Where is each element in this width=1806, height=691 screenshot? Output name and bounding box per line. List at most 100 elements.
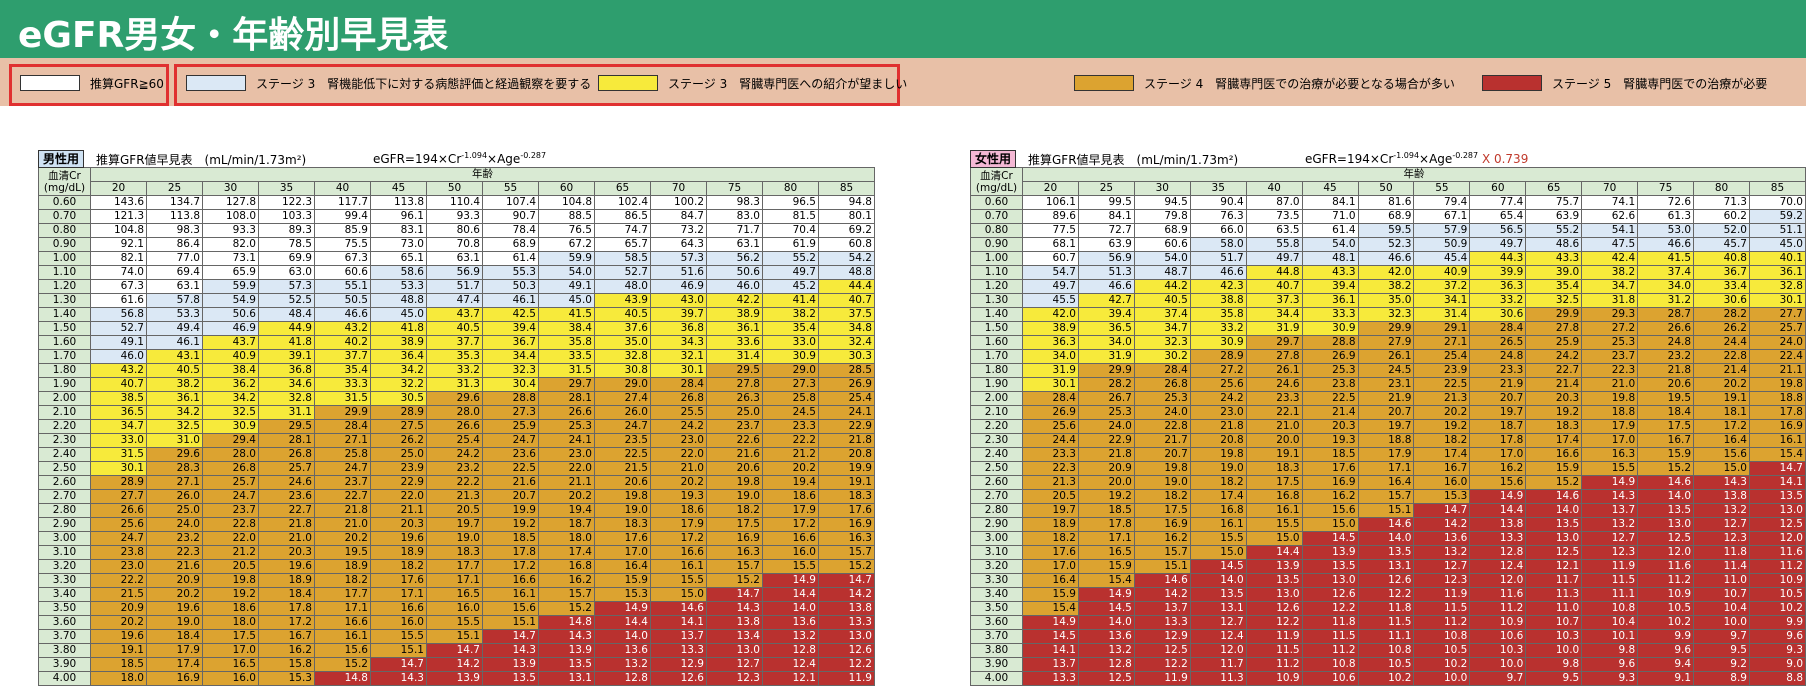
egfr-cell: 29.9 <box>1077 363 1135 378</box>
egfr-cell: 23.3 <box>762 419 819 434</box>
legend-item-stage3a: ステージ 3 腎機能低下に対する病態評価と経過観察を要する <box>186 74 591 92</box>
egfr-cell: 134.7 <box>146 195 203 210</box>
egfr-cell: 25.5 <box>650 405 707 420</box>
egfr-table-male: 血清Cr (mg/dL) 年齢 20 25 30 35 40 45 50 55 60 65 70 75 80 8… <box>38 167 875 686</box>
table-row: 3.80 14.1 13.2 12.5 12.0 11.5 11.2 10.8 10.5 10.3… <box>970 643 1806 658</box>
egfr-cell: 11.9 <box>1413 587 1471 602</box>
egfr-cell: 12.2 <box>1245 615 1303 630</box>
egfr-cell: 13.3 <box>1133 615 1191 630</box>
egfr-cell: 16.4 <box>1357 475 1415 490</box>
egfr-cell: 78.4 <box>482 223 539 238</box>
egfr-cell: 13.0 <box>706 643 763 658</box>
egfr-cell: 28.4 <box>314 419 371 434</box>
egfr-cell: 24.4 <box>1693 335 1750 350</box>
egfr-cell: 53.3 <box>370 279 427 294</box>
egfr-cell: 23.0 <box>1189 405 1247 420</box>
egfr-cell: 65.1 <box>370 251 427 266</box>
egfr-cell: 16.0 <box>370 615 427 630</box>
egfr-cell: 17.6 <box>594 531 651 546</box>
egfr-cell: 11.5 <box>1413 601 1471 616</box>
egfr-cell: 99.4 <box>314 209 371 224</box>
egfr-cell: 10.6 <box>1301 671 1359 686</box>
egfr-cell: 25.9 <box>1525 335 1583 350</box>
egfr-cell: 18.5 <box>482 531 539 546</box>
egfr-cell: 36.8 <box>258 363 315 378</box>
egfr-cell: 14.9 <box>1077 587 1135 602</box>
egfr-cell: 59.9 <box>202 279 259 294</box>
egfr-cell: 16.2 <box>538 573 595 588</box>
sex-tag: 男性用 <box>38 150 85 168</box>
egfr-cell: 8.8 <box>1748 671 1806 686</box>
egfr-cell: 23.0 <box>90 559 147 574</box>
egfr-cell: 67.2 <box>538 237 595 252</box>
egfr-cell: 127.8 <box>202 195 259 210</box>
age-column-header: 45 <box>1301 181 1359 196</box>
egfr-cell: 19.6 <box>258 559 315 574</box>
egfr-cell: 32.8 <box>1748 279 1806 294</box>
egfr-cell: 66.0 <box>1189 223 1247 238</box>
egfr-cell: 19.7 <box>1021 503 1079 518</box>
egfr-cell: 13.2 <box>1413 545 1471 560</box>
age-column-header: 85 <box>1748 181 1806 196</box>
egfr-cell: 10.3 <box>1525 629 1583 644</box>
egfr-cell: 12.3 <box>1413 573 1471 588</box>
egfr-cell: 71.7 <box>706 223 763 238</box>
egfr-cell: 17.1 <box>314 601 371 616</box>
egfr-cell: 40.5 <box>594 307 651 322</box>
egfr-cell: 16.5 <box>1077 545 1135 560</box>
egfr-cell: 24.7 <box>482 433 539 448</box>
egfr-cell: 13.2 <box>1581 517 1639 532</box>
egfr-cell: 27.3 <box>762 377 819 392</box>
table-row: 2.70 27.7 26.0 24.7 23.6 22.7 22.0 21.3 20.7 20.2… <box>38 489 875 504</box>
egfr-cell: 38.4 <box>538 321 595 336</box>
egfr-cell: 14.5 <box>1189 559 1247 574</box>
egfr-cell: 48.1 <box>1301 251 1359 266</box>
egfr-cell: 46.6 <box>1189 265 1247 280</box>
title-bar: eGFR男女・年齢別早見表 <box>0 0 1806 58</box>
egfr-cell: 17.5 <box>202 629 259 644</box>
cr-value: 2.00 <box>38 391 91 406</box>
egfr-cell: 11.6 <box>1469 587 1527 602</box>
table-row: 1.10 54.7 51.3 48.7 46.6 44.8 43.3 42.0 40.9 39.9… <box>970 265 1806 280</box>
egfr-cell: 54.7 <box>1021 265 1079 280</box>
egfr-cell: 46.1 <box>146 335 203 350</box>
egfr-cell: 10.8 <box>1581 601 1639 616</box>
egfr-cell: 85.9 <box>314 223 371 238</box>
egfr-cell: 23.3 <box>1469 363 1527 378</box>
table-row: 1.90 40.7 38.2 36.2 34.6 33.3 32.2 31.3 30.4 29.7… <box>38 377 875 392</box>
egfr-cell: 14.6 <box>1525 489 1583 504</box>
egfr-cell: 22.5 <box>482 461 539 476</box>
egfr-cell: 49.7 <box>1245 251 1303 266</box>
egfr-cell: 45.7 <box>1693 237 1750 252</box>
egfr-cell: 14.0 <box>1525 503 1583 518</box>
egfr-cell: 22.7 <box>314 489 371 504</box>
egfr-cell: 55.8 <box>1245 237 1303 252</box>
egfr-cell: 18.2 <box>706 503 763 518</box>
egfr-cell: 18.0 <box>90 671 147 686</box>
egfr-cell: 34.7 <box>1581 279 1639 294</box>
egfr-cell: 25.4 <box>1413 349 1471 364</box>
egfr-cell: 39.1 <box>258 349 315 364</box>
cr-value: 3.60 <box>970 615 1023 630</box>
egfr-cell: 9.5 <box>1525 671 1583 686</box>
egfr-cell: 46.6 <box>1077 279 1135 294</box>
legend-label: ステージ 3 腎機能低下に対する病態評価と経過観察を要する <box>256 76 592 91</box>
egfr-cell: 33.0 <box>90 433 147 448</box>
egfr-cell: 28.2 <box>1693 307 1750 322</box>
egfr-cell: 14.0 <box>1077 615 1135 630</box>
egfr-cell: 13.0 <box>1245 587 1303 602</box>
egfr-cell: 42.0 <box>1021 307 1079 322</box>
egfr-cell: 12.7 <box>1413 559 1471 574</box>
egfr-cell: 26.6 <box>426 419 483 434</box>
egfr-cell: 38.8 <box>1189 293 1247 308</box>
egfr-cell: 14.4 <box>762 587 819 602</box>
cr-value: 3.30 <box>38 573 91 588</box>
egfr-cell: 17.2 <box>258 615 315 630</box>
egfr-cell: 33.6 <box>706 335 763 350</box>
egfr-cell: 23.7 <box>706 419 763 434</box>
cr-header: 血清Cr (mg/dL) <box>970 167 1023 196</box>
egfr-cell: 16.1 <box>482 587 539 602</box>
egfr-cell: 45.0 <box>1748 237 1806 252</box>
egfr-cell: 15.5 <box>1581 461 1639 476</box>
egfr-cell: 12.7 <box>706 657 763 672</box>
